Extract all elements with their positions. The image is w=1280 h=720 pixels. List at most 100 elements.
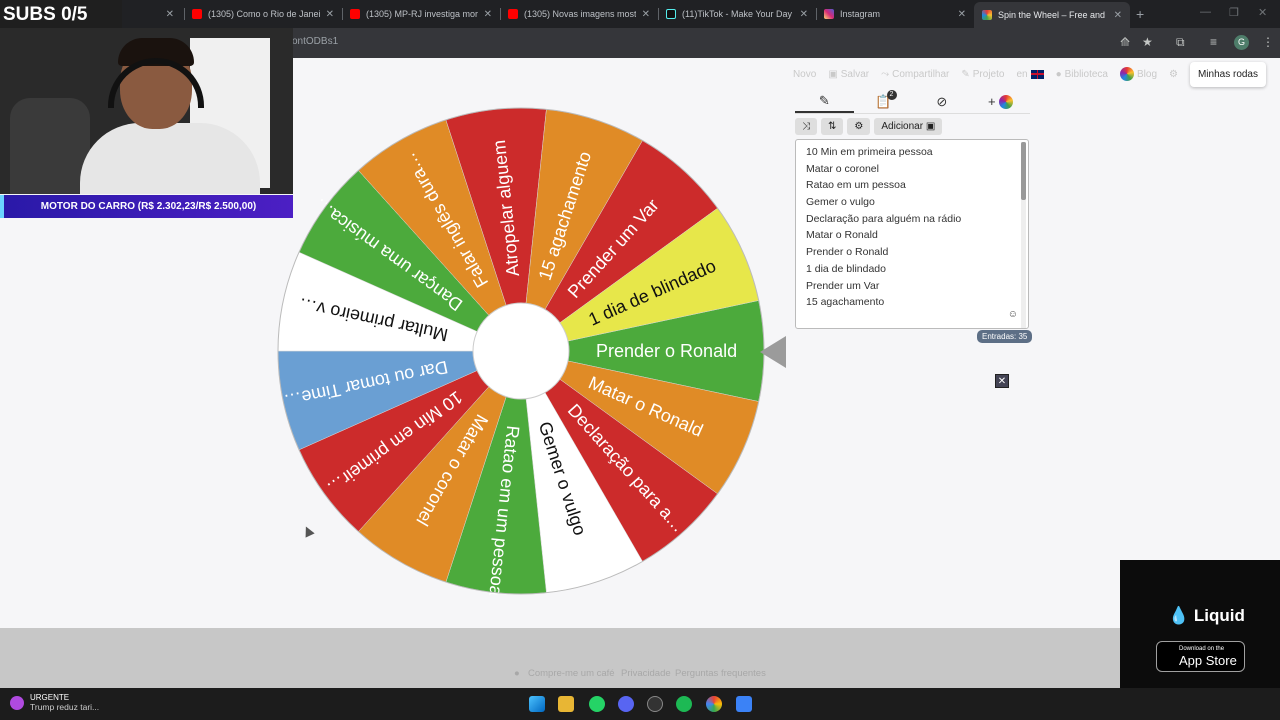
minimize-icon[interactable]: — [1200, 6, 1211, 18]
customize-tab[interactable]: + [971, 90, 1030, 113]
edit-tab[interactable]: ✎ [795, 90, 854, 113]
share-icon: ⤳ [881, 68, 890, 80]
hide-tab[interactable]: ⊘ [913, 90, 972, 113]
wheel-graphic[interactable]: Prender o RonaldMatar o RonaldDeclaração… [276, 106, 766, 598]
close-tab-icon[interactable]: ✕ [800, 9, 808, 20]
emoji-icon[interactable]: ☺ [1008, 309, 1018, 320]
address-bar[interactable]: ontODBs1 [292, 36, 338, 47]
spin-wheel[interactable]: Prender o Ronald Matar o Ronald Declaração… [276, 106, 766, 598]
image-icon: ▣ [925, 121, 936, 132]
notepad-icon[interactable] [736, 696, 752, 712]
coffee-icon: ● [514, 668, 520, 679]
entry-line: 15 agachamento [806, 296, 885, 309]
privacy-link[interactable]: Privacidade [621, 668, 671, 679]
page-footer: ● Compre-me um café Privacidade Pergunta… [0, 628, 1120, 688]
donation-goal: MOTOR DO CARRO (R$ 2.302,23/R$ 2.500,00) [0, 195, 293, 218]
nav-share[interactable]: ⤳ Compartilhar [881, 69, 949, 80]
browser-tab[interactable]: (1305) MP-RJ investiga mortes ✕ [342, 4, 500, 24]
tab-title: (1305) MP-RJ investiga mortes [366, 9, 478, 19]
browser-tab-strip: (1305) Yo ✕ (1305) Como o Rio de Janeiro… [0, 0, 1280, 28]
add-image-button[interactable]: Adicionar ▣ [874, 118, 943, 135]
wheel-favicon-icon [982, 10, 992, 20]
shuffle-icon: ⤨ [802, 121, 810, 132]
entry-line: Ratao em um pessoa [806, 179, 906, 192]
eye-slash-icon: ⊘ [936, 93, 948, 109]
maximize-icon[interactable]: ❐ [1229, 6, 1239, 19]
close-tab-icon[interactable]: ✕ [1114, 10, 1122, 21]
ad-brand: 💧 Liquid [1168, 606, 1245, 625]
browser-tab-active[interactable]: Spin the Wheel – Free and easy ✕ [974, 2, 1130, 28]
entries-textarea[interactable]: 10 Min em primeira pessoa Matar o corone… [795, 139, 1029, 329]
media-control-icon[interactable]: ≡ [1210, 35, 1217, 49]
results-badge: 2 [886, 90, 897, 100]
browser-tab[interactable]: Instagram ✕ [816, 4, 974, 24]
discord-icon[interactable] [618, 696, 634, 712]
settings-icon[interactable]: ⚙ [1169, 69, 1178, 80]
nav-library[interactable]: ● Biblioteca [1056, 69, 1108, 80]
globe-icon: ● [1055, 68, 1062, 80]
new-tab-icon[interactable]: + [1136, 6, 1144, 22]
close-tab-icon[interactable]: ✕ [958, 9, 966, 20]
extensions-icon[interactable]: ⧉ [1176, 35, 1185, 50]
youtube-icon [508, 9, 518, 19]
entry-line: Gemer o vulgo [806, 196, 875, 209]
nav-new[interactable]: Novo [793, 69, 816, 80]
instagram-icon [824, 9, 834, 19]
results-tab[interactable]: 📋 2 [854, 90, 913, 113]
news-widget[interactable]: URGENTE Trump reduz tari... [10, 693, 99, 712]
browser-tab[interactable]: (1305) Como o Rio de Janeiro v ✕ [184, 4, 342, 24]
whatsapp-icon[interactable] [589, 696, 605, 712]
nav-blog[interactable]: Blog [1119, 67, 1157, 81]
entry-line: Matar o coronel [806, 162, 879, 175]
tab-title: Spin the Wheel – Free and easy [998, 10, 1108, 20]
close-tab-icon[interactable]: ✕ [166, 9, 174, 20]
translate-icon[interactable]: ⟰ [1120, 35, 1130, 49]
windows-start-icon[interactable] [529, 696, 545, 712]
sort-button[interactable]: ⇅ [821, 118, 844, 135]
tab-title: (1305) Como o Rio de Janeiro v [208, 9, 320, 19]
entry-line: Prender o Ronald [806, 246, 889, 259]
file-explorer-icon[interactable] [558, 696, 574, 712]
spotify-icon[interactable] [676, 696, 692, 712]
menu-kebab-icon[interactable]: ⋮ [1262, 35, 1274, 49]
entries-scrollbar[interactable] [1021, 142, 1026, 328]
color-wheel-icon [1119, 67, 1134, 81]
subs-counter: SUBS 0/5 [0, 0, 122, 28]
close-ad-icon[interactable]: ✕ [995, 374, 1009, 388]
close-tab-icon[interactable]: ✕ [642, 9, 650, 20]
profile-avatar[interactable]: G [1234, 35, 1249, 50]
app-store-badge[interactable]: Download on the App Store [1156, 641, 1245, 672]
browser-tab[interactable]: (1305) Novas imagens mostram ✕ [500, 4, 658, 24]
my-wheels-button[interactable]: Minhas rodas [1189, 61, 1266, 87]
wheel-center[interactable] [472, 302, 570, 400]
shuffle-button[interactable]: ⤨ [795, 118, 817, 135]
wheel-segment-label: Prender o Ronald [596, 341, 737, 361]
windows-taskbar: URGENTE Trump reduz tari... [0, 688, 1280, 720]
close-window-icon[interactable]: ✕ [1258, 6, 1267, 19]
entry-line: Matar o Ronald [806, 229, 878, 242]
pencil-icon: ✎ [961, 68, 970, 80]
buy-coffee-link[interactable]: Compre-me um café [528, 668, 615, 679]
nav-save[interactable]: ▣ Salvar [828, 69, 869, 80]
close-tab-icon[interactable]: ✕ [326, 9, 334, 20]
tab-title: Instagram [840, 9, 881, 19]
entry-line: Declaração para alguém na rádio [806, 212, 962, 225]
wheel-pointer [760, 336, 786, 368]
close-tab-icon[interactable]: ✕ [484, 9, 492, 20]
obs-icon[interactable] [647, 696, 663, 712]
advanced-button[interactable]: ⚙ [847, 118, 871, 135]
browser-tab[interactable]: (11)TikTok - Make Your Day ✕ [658, 4, 816, 24]
ad-banner[interactable]: 💧 Liquid Download on the App Store [1120, 560, 1280, 688]
entry-line: 10 Min em primeira pessoa [806, 146, 933, 158]
bookmark-star-icon[interactable]: ★ [1142, 35, 1153, 49]
nav-project[interactable]: ✎ Projeto [961, 69, 1004, 80]
faq-link[interactable]: Perguntas frequentes [675, 668, 766, 679]
nav-language[interactable]: en [1016, 69, 1044, 80]
youtube-icon [192, 9, 202, 19]
chrome-icon[interactable] [706, 696, 722, 712]
plus-icon: + [988, 94, 996, 109]
entry-line: Prender um Var [806, 279, 880, 292]
webcam-overlay [0, 28, 293, 194]
color-wheel-icon [999, 94, 1014, 109]
tab-title: (1305) Novas imagens mostram [524, 9, 636, 19]
